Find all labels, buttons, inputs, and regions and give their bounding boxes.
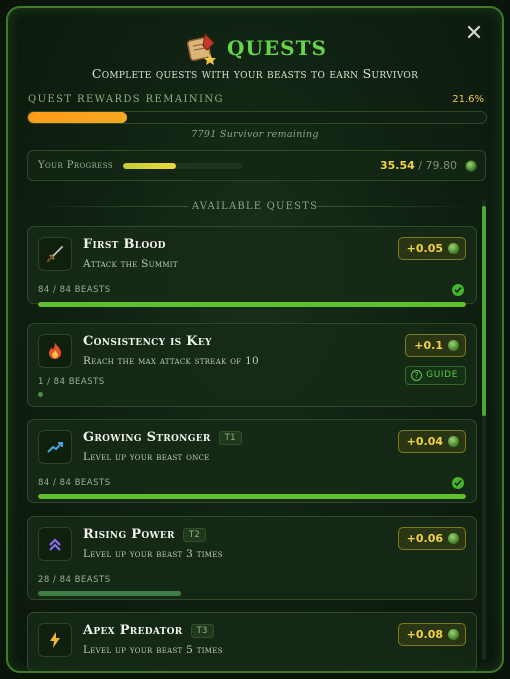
progress-value: 35.54 / 79.80: [380, 159, 457, 172]
quest-description: Level up your beast 3 times: [83, 548, 223, 560]
quest-progress-fill: [38, 494, 466, 499]
quest-progress-fill: [38, 302, 466, 307]
quest-beasts-count: 84 / 84 BEASTS: [38, 285, 111, 295]
survivor-coin-icon: [448, 340, 459, 351]
quest-progress-bar: [38, 302, 466, 307]
quest-title-text: Rising Power: [83, 527, 175, 542]
check-icon: [452, 284, 464, 296]
quest-progress-fill: [38, 591, 181, 596]
lightning-icon: [38, 623, 72, 657]
survivor-coin-icon: [448, 629, 459, 640]
rewards-progress-fill: [28, 112, 127, 123]
quest-reward-badge: +0.05: [397, 237, 466, 260]
quest-title-text: Growing Stronger: [83, 430, 211, 445]
scrollbar-thumb[interactable]: [482, 206, 486, 416]
quest-title-text: Apex Predator: [83, 623, 183, 638]
progress-label: Your Progress: [38, 160, 114, 171]
quest-reward-text: +0.1: [414, 339, 443, 352]
quest-description: Level up your beast once: [83, 451, 210, 463]
quest-description: Reach the max attack streak of 10: [83, 355, 260, 367]
title-row: QUESTS: [8, 30, 502, 66]
quest-reward-badge: +0.04: [397, 430, 466, 453]
quest-title-text: First Blood: [83, 237, 166, 252]
quest-reward-badge: +0.08: [397, 623, 466, 646]
quest-card[interactable]: First Blood Attack the Summit +0.05 84 / 84…: [27, 226, 477, 307]
quest-beasts-count: 28 / 84 BEASTS: [38, 575, 111, 585]
quest-title: First Blood: [83, 237, 166, 252]
quest-title: Apex Predator T3: [83, 623, 214, 638]
quest-card[interactable]: Rising Power T2 Level up your beast 3 time…: [27, 516, 477, 600]
progress-current: 35.54: [379, 159, 415, 172]
scroll-quill-icon: [186, 32, 217, 65]
survivor-coin-icon: [448, 243, 459, 254]
progress-separator: /: [418, 159, 422, 172]
sword-icon: [38, 237, 72, 271]
double-chevron-up-icon: [38, 527, 72, 561]
guide-button[interactable]: ? GUIDE: [405, 366, 466, 385]
rewards-progress-bar: [27, 111, 487, 124]
quest-title: Growing Stronger T1: [83, 430, 242, 445]
page-title: QUESTS: [227, 36, 327, 60]
progress-max: 79.80: [425, 159, 458, 172]
quest-reward-badge: +0.1: [405, 334, 466, 357]
quest-progress-bar: [38, 494, 466, 499]
flame-icon: [38, 334, 72, 368]
rewards-percent: 21.6%: [452, 94, 484, 105]
quest-beasts-count: 84 / 84 BEASTS: [38, 478, 111, 488]
survivor-coin-icon: [448, 436, 459, 447]
quest-title-text: Consistency is Key: [83, 334, 212, 349]
quest-card[interactable]: Growing Stronger T1 Level up your beast on…: [27, 419, 477, 503]
quest-title: Rising Power T2: [83, 527, 207, 542]
tier-badge: T1: [218, 430, 242, 445]
quests-modal: ✕ QUESTS Complete quests with your beast…: [6, 6, 504, 673]
help-circle-icon: ?: [411, 370, 423, 381]
quest-reward-text: +0.06: [406, 532, 443, 545]
quest-reward-text: +0.08: [406, 628, 443, 641]
tier-badge: T3: [190, 623, 214, 638]
check-icon: [452, 477, 464, 489]
quest-progress-bar: [38, 591, 466, 596]
quest-reward-text: +0.04: [406, 435, 443, 448]
your-progress-bar: [123, 163, 243, 169]
quest-beasts-count: 1 / 84 BEASTS: [38, 377, 105, 387]
quest-card[interactable]: Consistency is Key Reach the max attack s…: [27, 323, 477, 407]
quest-card[interactable]: Apex Predator T3 Level up your beast 5 tim…: [27, 612, 477, 671]
quest-progress-dot: [38, 392, 43, 397]
subtitle: Complete quests with your beasts to earn…: [91, 66, 419, 81]
quest-description: Level up your beast 5 times: [83, 644, 223, 656]
quest-reward-badge: +0.06: [397, 527, 466, 550]
survivor-coin-icon: [465, 160, 477, 172]
divider-right: [318, 206, 478, 207]
your-progress-panel: Your Progress 35.54 / 79.80: [27, 150, 486, 181]
your-progress-fill: [123, 163, 177, 169]
trending-up-icon: [38, 430, 72, 464]
rewards-label: QUEST REWARDS REMAINING: [28, 94, 224, 105]
tier-badge: T2: [182, 527, 207, 542]
rewards-remaining-text: 7791 Survivor remaining: [191, 129, 319, 140]
quest-title: Consistency is Key: [83, 334, 212, 349]
survivor-coin-icon: [448, 533, 459, 544]
scrollbar[interactable]: [482, 200, 486, 660]
quest-reward-text: +0.05: [406, 242, 443, 255]
quest-description: Attack the Summit: [83, 258, 178, 270]
guide-label: GUIDE: [426, 370, 458, 380]
